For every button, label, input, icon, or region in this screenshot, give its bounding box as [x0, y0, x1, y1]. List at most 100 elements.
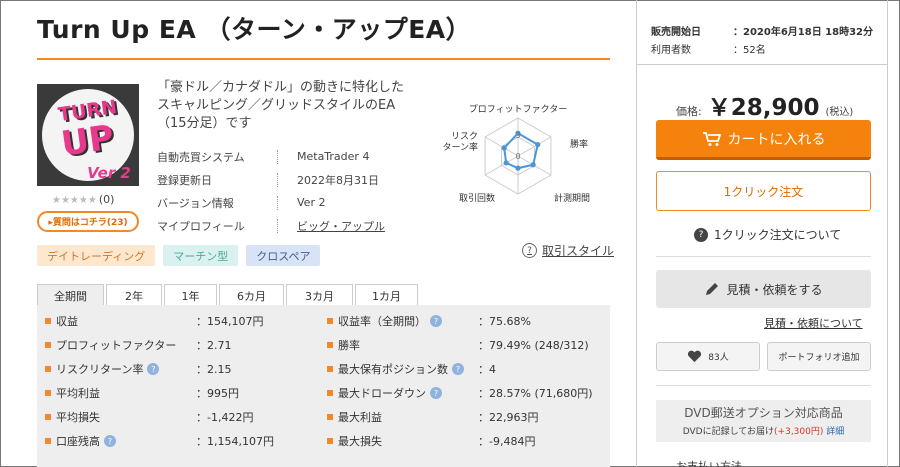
- bullet-icon: [45, 438, 51, 444]
- help-icon[interactable]: ?: [104, 435, 116, 447]
- dvd-details-link[interactable]: 詳細: [826, 427, 844, 437]
- users-label: 利用者数: [651, 44, 691, 56]
- tab-1y[interactable]: 1年: [164, 284, 217, 306]
- trading-style-label: 取引スタイル: [542, 244, 615, 258]
- bullet-icon: [327, 318, 333, 324]
- price-line: 価格: ￥28,900 (税込): [676, 88, 853, 122]
- stat-row: 平均利益 ：995円: [45, 381, 274, 405]
- heart-icon: [688, 350, 702, 363]
- radar-point: [530, 162, 536, 168]
- radar-chart: プロフィットファクター勝率計測期間 取引回数 リスクターン率 3 0: [442, 104, 590, 204]
- stat-label: 勝率: [338, 339, 360, 352]
- help-icon[interactable]: ?: [147, 363, 160, 375]
- bullet-icon: [327, 366, 333, 372]
- questions-button[interactable]: ▸質問はコチラ(23): [37, 211, 139, 232]
- bullet-icon: [327, 414, 333, 420]
- stat-value: ：154,107円: [196, 315, 264, 328]
- favorites-count: 83人: [708, 353, 729, 363]
- help-icon[interactable]: ?: [452, 363, 464, 375]
- info-row: マイプロフィール ビッグ・アップル: [157, 214, 407, 237]
- stat-value: ：2.15: [196, 363, 232, 376]
- stat-value: ：28.57% (71,680円): [478, 387, 593, 400]
- cart-icon: [702, 131, 721, 146]
- bullet-icon: [327, 390, 333, 396]
- stats-panel: 収益 ：154,107円 プロフィットファクター ：2.71 リスクリターン率? ：2.1…: [37, 305, 610, 467]
- radar-scale-label: 3: [515, 131, 520, 140]
- info-key: バージョン情報: [157, 196, 234, 210]
- radar-label: 取引回数: [459, 192, 495, 204]
- quote-button-label: 見積・依頼をする: [726, 282, 823, 297]
- stat-row: リスクリターン率? ：2.15: [45, 357, 274, 381]
- tab-all[interactable]: 全期間: [37, 284, 104, 306]
- info-row: バージョン情報 Ver 2: [157, 191, 407, 214]
- radar-point: [501, 145, 507, 151]
- info-value: 2022年8月31日: [297, 173, 379, 187]
- about-one-click-label: 1クリック注文について: [714, 228, 842, 242]
- about-quote-link[interactable]: 見積・依頼について: [764, 315, 863, 331]
- sale-start-label: 販売開始日: [651, 26, 701, 38]
- radar-point: [503, 160, 509, 166]
- dvd-option-box: DVD郵送オプション対応商品 DVDに記録してお届け(+3,300円) 詳細: [656, 400, 871, 442]
- stat-label: 収益: [56, 315, 78, 328]
- sale-meta: 販売開始日 ：2020年6月18日 18時32分 利用者数 ：52名: [651, 21, 873, 57]
- stat-label: 口座残高: [56, 435, 100, 448]
- svg-text:UP: UP: [59, 118, 117, 165]
- stat-value: ：1,154,107円: [196, 435, 274, 448]
- stat-row: 平均損失 ：-1,422円: [45, 405, 274, 429]
- help-icon[interactable]: ?: [430, 315, 442, 327]
- users-value: ：52名: [733, 44, 766, 56]
- sale-start-value: ：2020年6月18日 18時32分: [733, 26, 874, 38]
- favorite-button[interactable]: 83人: [656, 342, 760, 371]
- tab-3m[interactable]: 3カ月: [286, 284, 353, 306]
- stat-value: ：79.49% (248/312): [478, 339, 589, 352]
- stat-label: プロフィットファクター: [56, 339, 177, 352]
- about-one-click-link[interactable]: ? 1クリック注文について: [694, 226, 841, 243]
- price-label: 価格:: [676, 105, 702, 118]
- radar-label: プロフィットファクター: [469, 104, 567, 115]
- radar-label: 計測期間: [554, 192, 590, 204]
- bullet-icon: [45, 342, 51, 348]
- tab-6m[interactable]: 6カ月: [219, 284, 284, 306]
- stars-icon: ★★★★★: [52, 195, 97, 206]
- stat-label: 最大保有ポジション数: [338, 363, 448, 376]
- stat-row: 最大利益 ：22,963円: [327, 405, 593, 429]
- stat-row: 収益 ：154,107円: [45, 309, 274, 333]
- stat-label: 最大ドローダウン: [338, 387, 426, 400]
- radar-point: [515, 165, 521, 171]
- info-value: MetaTrader 4: [297, 150, 370, 163]
- one-click-order-button[interactable]: 1クリック注文: [656, 171, 871, 211]
- profile-link[interactable]: ビッグ・アップル: [297, 218, 407, 234]
- tab-2y[interactable]: 2年: [106, 284, 162, 306]
- radar-label: リスク: [451, 131, 478, 142]
- tag-crosspair[interactable]: クロスペア: [246, 245, 321, 266]
- tab-1m[interactable]: 1カ月: [355, 284, 418, 306]
- add-portfolio-button[interactable]: ポートフォリオ追加: [767, 342, 871, 371]
- stat-row: 最大ドローダウン? ：28.57% (71,680円): [327, 381, 593, 405]
- stat-row: 最大損失 ：-9,484円: [327, 429, 593, 453]
- radar-scale-label: 0: [515, 152, 520, 161]
- pencil-icon: [706, 283, 719, 295]
- stat-row: プロフィットファクター ：2.71: [45, 333, 274, 357]
- period-tabs: 全期間 2年 1年 6カ月 3カ月 1カ月: [37, 284, 418, 306]
- tag-list: デイトレーディング マーチン型 クロスペア: [37, 245, 321, 266]
- cart-button-label: カートに入れる: [727, 131, 826, 148]
- bullet-icon: [45, 414, 51, 420]
- add-to-cart-button[interactable]: カートに入れる: [656, 120, 871, 160]
- request-quote-button[interactable]: 見積・依頼をする: [656, 270, 871, 308]
- tag-martingale[interactable]: マーチン型: [163, 245, 239, 266]
- radar-label: 勝率: [570, 138, 588, 150]
- tag-daytrading[interactable]: デイトレーディング: [37, 245, 156, 266]
- info-value: Ver 2: [297, 196, 326, 209]
- trading-style-link[interactable]: ? 取引スタイル: [522, 242, 614, 259]
- payment-heading: お支払い方法: [676, 460, 742, 467]
- bullet-icon: [45, 366, 51, 372]
- info-row: 自動売買システム MetaTrader 4: [157, 145, 407, 168]
- stat-value: ：995円: [196, 387, 239, 400]
- help-icon[interactable]: ?: [430, 387, 442, 399]
- stat-row: 最大保有ポジション数? ：4: [327, 357, 593, 381]
- page-title: Turn Up EA （ターン・アップEA）: [37, 15, 472, 44]
- stat-value: ：75.68%: [478, 315, 531, 328]
- bullet-icon: [45, 390, 51, 396]
- stat-label: 最大損失: [338, 435, 382, 448]
- tax-label: (税込): [825, 107, 854, 118]
